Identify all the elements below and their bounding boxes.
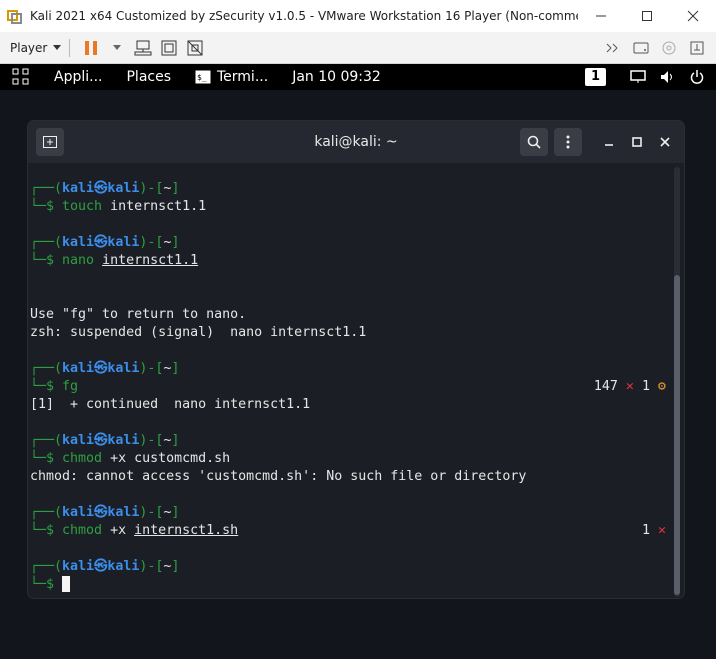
app-grid-icon [12,68,29,85]
send-ctrl-alt-del-button[interactable] [130,36,156,60]
terminal-taskbar-item[interactable]: $_ Termi... [183,69,280,85]
window-title: Kali 2021 x64 Customized by zSecurity v1… [30,9,578,23]
fullscreen-icon [161,40,177,55]
exit-code: 1 [641,523,650,538]
command-line: └─$ touch internsct1.1 [30,199,207,214]
applications-menu[interactable]: Appli... [42,69,114,85]
volume-icon[interactable] [660,70,676,84]
error-x-icon: ✕ [625,379,634,394]
unity-icon [187,40,203,55]
right-prompt-status: 147 ✕ 1 ⚙ [594,378,666,396]
vmware-toolbar: Player [0,32,716,64]
double-chevron-right-icon[interactable] [600,36,626,60]
terminal-header: kali@kali: ~ [28,121,684,163]
exit-code: 147 [593,379,618,394]
vmware-logo-icon [6,7,24,25]
hard-drive-icon[interactable] [628,36,654,60]
output-line: zsh: suspended (signal) nano internsct1.… [30,325,367,340]
error-x-icon: ✕ [657,523,666,538]
prompt-line: ┌──(kali㉿kali)-[~] [30,181,180,196]
clock[interactable]: Jan 10 09:32 [280,69,393,85]
terminal-taskbar-label: Termi... [217,69,269,85]
workspace-badge: 1 [584,68,606,86]
prompt-line: ┌──(kali㉿kali)-[~] [30,361,180,376]
kebab-menu-icon [566,135,570,149]
system-tray [618,70,716,84]
pause-dropdown-button[interactable] [104,36,130,60]
power-icon[interactable] [690,70,704,84]
minimize-icon[interactable] [578,0,624,32]
terminal-icon: $_ [195,70,211,84]
new-tab-button[interactable] [36,128,64,156]
right-prompt-status: 1 ✕ [642,522,666,540]
command-line: └─$ fg [30,379,79,394]
unity-button[interactable] [182,36,208,60]
fullscreen-button[interactable] [156,36,182,60]
prompt-line: ┌──(kali㉿kali)-[~] [30,505,180,520]
terminal-maximize-icon[interactable] [626,131,648,153]
jobs-count: 1 [641,379,650,394]
pause-button[interactable] [78,36,104,60]
scrollbar-thumb[interactable] [674,275,680,595]
cd-drive-icon[interactable] [656,36,682,60]
toolbar-divider [69,38,71,57]
workspace-switcher[interactable]: 1 [573,68,618,86]
display-icon[interactable] [630,70,646,84]
new-tab-icon [43,136,57,148]
command-line: └─$ chmod +x customcmd.sh [30,451,231,466]
text-cursor [62,576,71,592]
prompt-line: ┌──(kali㉿kali)-[~] [30,235,180,250]
maximize-icon[interactable] [624,0,670,32]
pause-icon [85,40,98,55]
terminal-minimize-icon[interactable] [598,131,620,153]
menu-button[interactable] [554,128,582,156]
terminal-scrollbar[interactable] [674,167,680,597]
new-tab-wrap [28,128,64,156]
kali-top-panel: Appli... Places $_ Termi... Jan 10 09:32… [0,64,716,90]
player-menu-button[interactable]: Player [0,40,62,55]
command-line: └─$ chmod +x internsct1.sh [30,523,239,538]
svg-text:$_: $_ [197,73,207,82]
toolbar-right-group [600,36,716,60]
player-menu-label: Player [10,40,48,55]
close-icon[interactable] [670,0,716,32]
gear-icon: ⚙ [657,379,666,394]
chevron-down-icon [113,44,122,50]
terminal-output[interactable]: ┌──(kali㉿kali)-[~] └─$ touch internsct1.… [28,163,684,598]
search-icon [527,135,541,149]
network-computer-icon [134,40,152,55]
network-adapter-icon[interactable] [684,36,710,60]
terminal-close-icon[interactable] [654,131,676,153]
prompt-line: ┌──(kali㉿kali)-[~] [30,559,180,574]
chevron-down-icon [53,44,62,50]
prompt-line: ┌──(kali㉿kali)-[~] [30,433,180,448]
output-line: [1] + continued nano internsct1.1 [30,397,311,412]
terminal-header-controls [520,128,684,156]
output-line: chmod: cannot access 'customcmd.sh': No … [30,469,527,484]
output-line: Use "fg" to return to nano. [30,307,247,322]
panel-right-group: 1 [573,68,716,86]
active-command-line[interactable]: └─$ [30,576,71,594]
command-line: └─$ nano internsct1.1 [30,253,199,268]
terminal-window: kali@kali: ~ ┌──(kali㉿kali)-[~] └─$ touc… [28,121,684,598]
vmware-titlebar: Kali 2021 x64 Customized by zSecurity v1… [0,0,716,32]
app-grid-button[interactable] [0,68,42,86]
search-button[interactable] [520,128,548,156]
places-menu[interactable]: Places [114,69,183,85]
